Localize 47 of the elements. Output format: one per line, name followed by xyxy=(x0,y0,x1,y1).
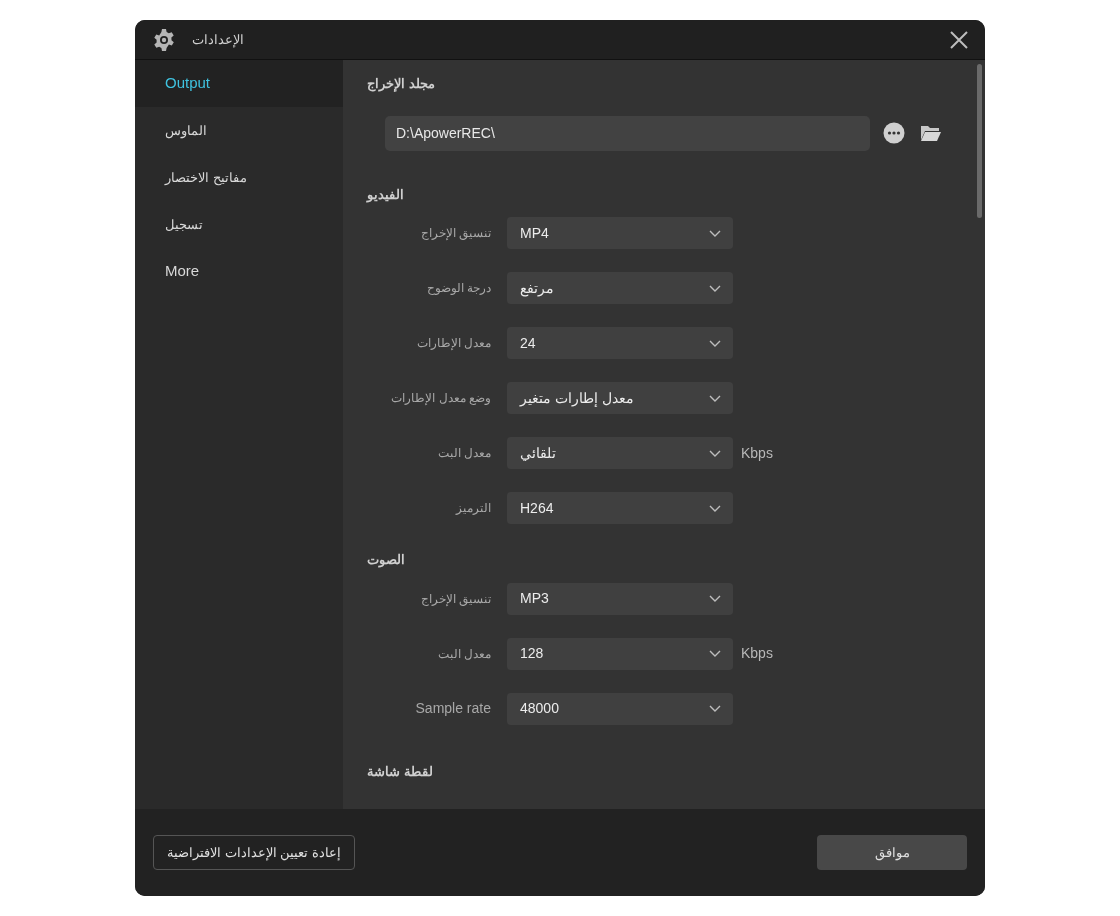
sidebar-item[interactable]: الماوس xyxy=(135,107,343,154)
unit-label: Kbps xyxy=(741,443,773,463)
chevron-down-icon xyxy=(709,650,721,657)
ok-button[interactable]: موافق xyxy=(817,835,967,870)
field-label: وضع معدل الإطارات xyxy=(390,390,491,407)
sidebar-item[interactable]: Output xyxy=(135,60,343,107)
dropdown[interactable]: معدل إطارات متغير xyxy=(507,382,733,414)
field-label: تنسيق الإخراج xyxy=(419,590,491,608)
sidebar-item[interactable]: تسجيل xyxy=(135,201,343,248)
field-label: تنسيق الإخراج xyxy=(419,225,491,242)
chevron-down-icon xyxy=(709,504,721,512)
field-label: درجة الوضوح xyxy=(425,280,491,297)
section-heading: مجلد الإخراج xyxy=(367,75,436,94)
section-heading: الفيديو xyxy=(367,185,405,204)
dropdown[interactable]: 128 xyxy=(507,637,733,670)
unit-label: Kbps xyxy=(741,644,773,663)
sidebar-item[interactable]: More xyxy=(135,248,343,295)
close-icon[interactable] xyxy=(950,30,968,49)
dropdown[interactable]: H264 xyxy=(507,492,733,524)
field-label: معدل البت xyxy=(436,645,491,663)
chevron-down-icon xyxy=(709,284,721,292)
dropdown[interactable]: تلقائي xyxy=(507,437,733,469)
chevron-down-icon xyxy=(709,229,721,237)
dropdown[interactable]: 24 xyxy=(507,327,733,359)
sidebar-item[interactable]: مفاتيح الاختصار xyxy=(135,154,343,201)
more-icon[interactable] xyxy=(883,122,905,144)
gear-icon xyxy=(152,27,176,52)
section-heading: الصوت xyxy=(367,551,406,570)
chevron-down-icon xyxy=(709,705,721,712)
chevron-down-icon xyxy=(709,449,721,457)
window-title: الإعدادات xyxy=(192,30,244,50)
dropdown[interactable]: MP4 xyxy=(507,217,733,249)
scrollbar-thumb[interactable] xyxy=(977,64,982,218)
output-path-field[interactable]: D:\ApowerREC\ xyxy=(385,115,870,151)
folder-icon[interactable] xyxy=(920,124,942,142)
field-label: معدل البت xyxy=(436,445,491,462)
field-label: معدل الإطارات xyxy=(415,335,491,352)
chevron-down-icon xyxy=(709,595,721,602)
field-label: الترميز xyxy=(454,500,491,517)
field-label: Sample rate xyxy=(414,699,491,718)
section-heading: لقطة شاشة xyxy=(367,762,434,781)
chevron-down-icon xyxy=(709,394,721,402)
dropdown[interactable]: مرتفع xyxy=(507,272,733,304)
dropdown[interactable]: MP3 xyxy=(507,582,733,615)
dropdown[interactable]: 48000 xyxy=(507,692,733,725)
reset-defaults-button[interactable]: إعادة تعيين الإعدادات الافتراضية xyxy=(153,835,355,870)
chevron-down-icon xyxy=(709,339,721,347)
